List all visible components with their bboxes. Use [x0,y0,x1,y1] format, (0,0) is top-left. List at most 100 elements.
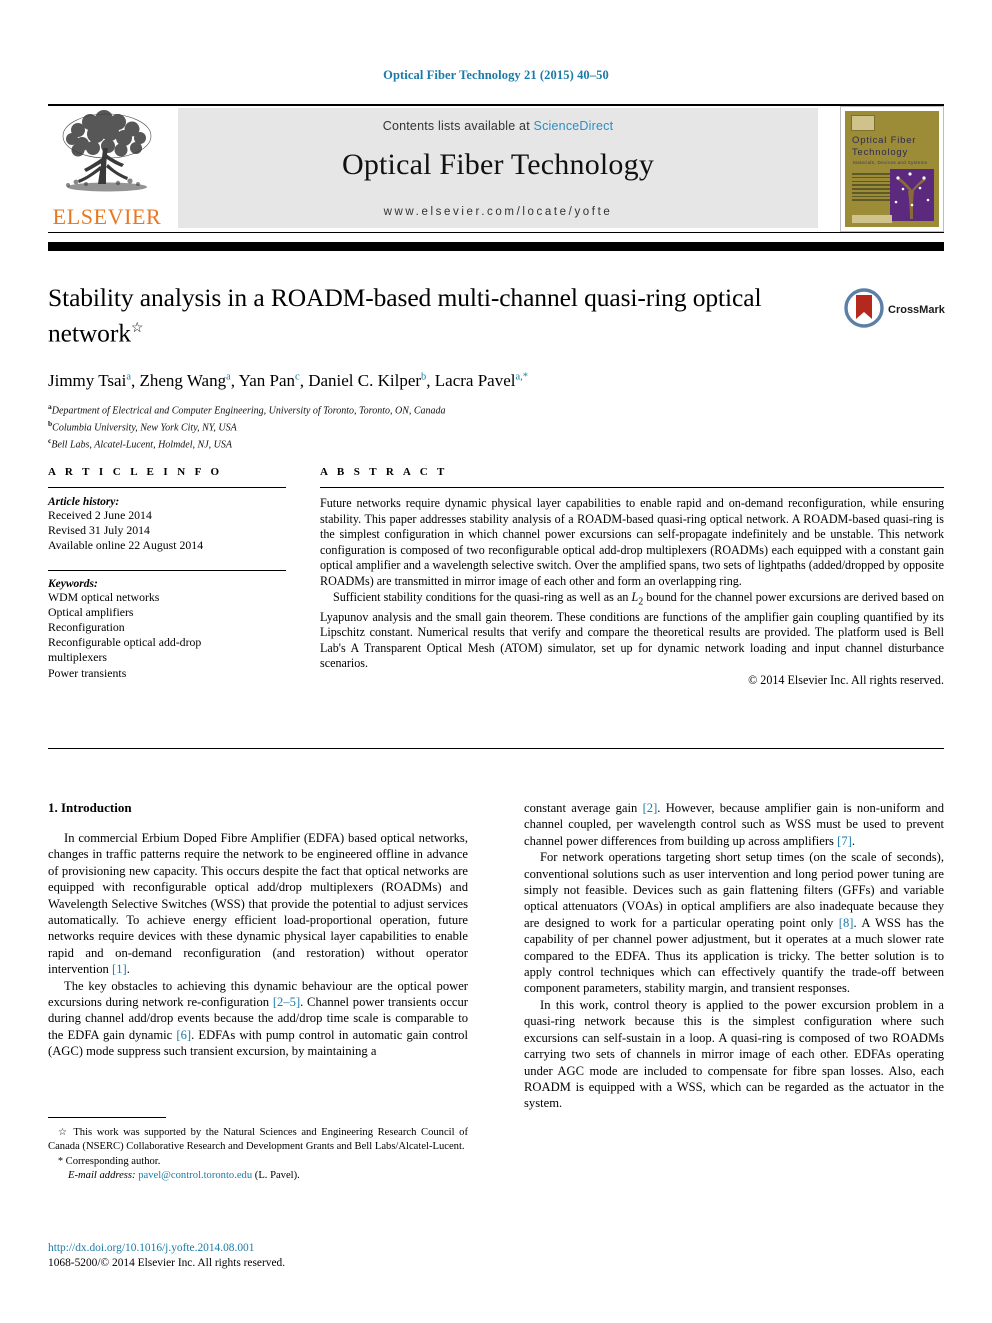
article-info-rule [48,487,286,488]
author-name: Jimmy Tsai [48,371,127,391]
issn-copyright-line: 1068-5200/© 2014 Elsevier Inc. All right… [48,1256,286,1269]
body-paragraph: The key obstacles to achieving this dyna… [48,978,468,1060]
footnote-rule [48,1117,166,1118]
affiliation-text: Department of Electrical and Computer En… [51,405,446,417]
author-affil-mark: a [226,371,231,383]
article-info-heading: A R T I C L E I N F O [48,466,223,478]
author-item[interactable]: Daniel C. Kilperb [308,371,426,390]
email-owner-text: (L. Pavel). [254,1169,300,1181]
crossmark-label: CrossMark [888,304,945,316]
footer-block: http://dx.doi.org/10.1016/j.yofte.2014.0… [48,1241,508,1270]
body-top-rule [48,748,944,749]
paper-page: Optical Fiber Technology 21 (2015) 40–50 [0,0,992,1323]
journal-title: Optical Fiber Technology [341,148,655,181]
abstract-paragraph: Future networks require dynamic physical… [320,496,944,588]
doi-link[interactable]: http://dx.doi.org/10.1016/j.yofte.2014.0… [48,1241,508,1256]
body-paragraph: In commercial Erbium Doped Fibre Amplifi… [48,830,468,978]
cover-footer-mark [852,215,892,223]
section-title-introduction: 1. Introduction [48,800,132,815]
author-name: Daniel C. Kilper [308,371,422,391]
journal-info-panel: Contents lists available at ScienceDirec… [178,108,818,228]
footnote-block: ☆ This work was supported by the Natural… [48,1126,468,1182]
journal-cover-thumbnail[interactable]: Optical Fiber Technology Materials, Devi… [840,106,944,232]
citation-link[interactable]: [1] [112,962,127,976]
citation-link[interactable]: [7] [837,834,852,848]
paper-title-text: Stability analysis in a ROADM-based mult… [48,283,762,348]
keyword-item: Reconfigurable optical add-drop [48,635,202,650]
body-paragraph-text: In commercial Erbium Doped Fibre Amplifi… [48,831,468,977]
journal-header-band: ELSEVIER Contents lists available at Sci… [48,106,944,232]
keyword-item: WDM optical networks [48,589,160,604]
crossmark-icon [844,288,884,328]
abstract-paragraph: Sufficient stability conditions for the … [320,590,944,672]
abstract-copyright: © 2014 Elsevier Inc. All rights reserved… [748,672,944,687]
author-item[interactable]: Jimmy Tsaia [48,371,131,390]
abstract-rule [320,487,944,488]
body-paragraph: In this work, control theory is applied … [524,997,944,1112]
footnote-funding-text: This work was supported by the Natural S… [48,1127,468,1152]
keyword-item: Power transients [48,665,127,680]
body-paragraph: For network operations targeting short s… [524,849,944,997]
email-address-link[interactable]: pavel@control.toronto.edu [138,1170,252,1181]
crossmark-badge[interactable]: CrossMark [844,288,948,340]
header-black-bar [48,242,944,251]
title-footnote-mark: ☆ [130,321,144,336]
affiliation-list: aDepartment of Electrical and Computer E… [48,401,828,452]
footnote-email-line: E-mail address: pavel@control.toronto.ed… [48,1169,468,1183]
article-history-label: Article history: [48,496,120,508]
citation-link[interactable]: [2–5] [273,995,300,1009]
affiliation-text: Columbia University, New York City, NY, … [52,422,237,434]
citation-link[interactable]: [8] [839,916,854,930]
author-item[interactable]: Lacra Pavela,* [435,371,528,390]
keywords-rule [48,569,286,571]
affiliation-text: Bell Labs, Alcatel-Lucent, Holmdel, NJ, … [51,439,232,451]
article-history-item: Available online 22 August 2014 [48,538,204,553]
citation-link[interactable]: [6] [176,1028,191,1042]
footnote-funding-mark: ☆ [58,1127,69,1138]
abstract-column: A B S T R A C T Future networks require … [320,466,944,688]
journal-cover-artwork: Optical Fiber Technology Materials, Devi… [845,111,939,227]
sciencedirect-link[interactable]: ScienceDirect [534,119,614,133]
keywords-label: Keywords: [48,577,98,590]
page-title: Stability analysis in a ROADM-based mult… [48,282,828,349]
journal-url[interactable]: www.elsevier.com/locate/yofte [178,206,818,218]
abstract-text-pre: Sufficient stability conditions for the … [333,589,632,604]
body-paragraph-text: The key obstacles to achieving this dyna… [48,978,468,1059]
affiliation-item: bColumbia University, New York City, NY,… [48,418,828,435]
body-column-right: constant average gain [2]. However, beca… [524,800,944,1112]
cover-publisher-mark-icon [851,115,875,131]
keyword-item: Optical amplifiers [48,604,134,619]
cover-subtitle: Materials, Devices and Systems [853,160,928,165]
author-item[interactable]: Yan Panc [239,371,300,390]
author-name: Yan Pan [238,371,296,391]
affiliation-item: aDepartment of Electrical and Computer E… [48,401,828,418]
elsevier-tree-icon [62,110,152,192]
author-affil-mark: a [126,371,131,383]
elsevier-logo: ELSEVIER [48,108,166,230]
footnote-corresponding-mark: * [58,1156,63,1168]
cover-title-line2: Technology [852,147,909,158]
affiliation-item: cBell Labs, Alcatel-Lucent, Holmdel, NJ,… [48,435,828,452]
body-paragraph-text: For network operations targeting short s… [524,850,944,996]
contents-prefix-text: Contents lists available at [382,119,534,133]
email-address-label: E-mail address: [68,1169,136,1181]
footnote-corresponding-text: Corresponding author. [65,1156,161,1168]
footnote-funding: ☆ This work was supported by the Natural… [48,1126,468,1153]
contents-available-line: Contents lists available at ScienceDirec… [178,119,818,133]
citation-link[interactable]: [2] [643,801,658,815]
elsevier-wordmark: ELSEVIER [52,204,162,229]
body-paragraph-text: In this work, control theory is applied … [524,997,944,1111]
body-paragraph-text: constant average gain [2]. However, beca… [524,801,945,848]
article-info-column: A R T I C L E I N F O Article history: R… [48,466,286,681]
footnote-corresponding: * Corresponding author. [48,1155,468,1169]
author-affil-mark: a,* [515,371,529,383]
running-head: Optical Fiber Technology 21 (2015) 40–50 [383,68,609,82]
abstract-heading: A B S T R A C T [320,466,448,478]
article-history-item: Received 2 June 2014 [48,508,152,522]
author-item[interactable]: Zheng Wanga [139,371,230,390]
title-block: Stability analysis in a ROADM-based mult… [48,282,828,453]
body-column-left: 1. Introduction In commercial Erbium Dop… [48,800,468,1060]
keyword-item: Reconfiguration [48,620,125,635]
author-list: Jimmy Tsaia, Zheng Wanga, Yan Panc, Dani… [48,371,529,391]
header-bottom-rule [48,232,944,233]
